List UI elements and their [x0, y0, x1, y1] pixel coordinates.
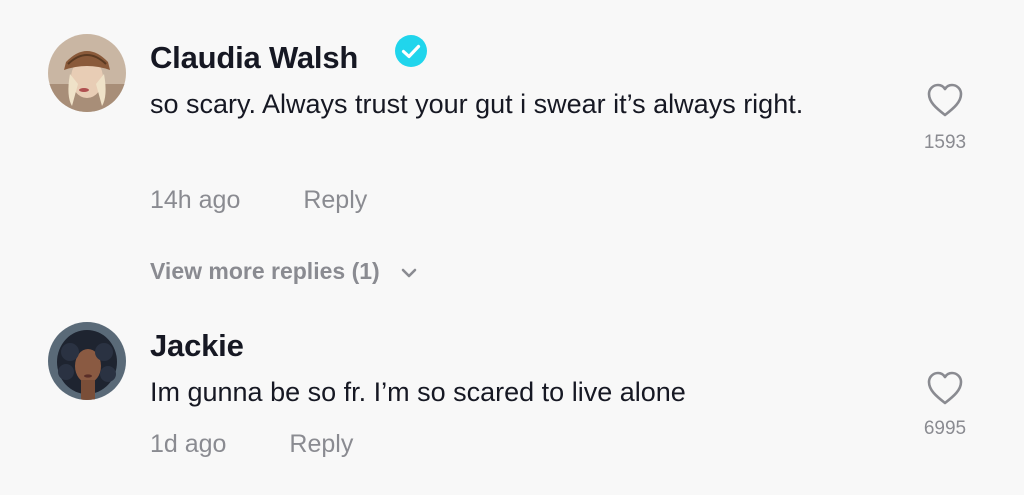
- reply-button[interactable]: Reply: [303, 186, 367, 215]
- chevron-down-icon: [401, 268, 417, 278]
- comment-timestamp: 14h ago: [150, 186, 241, 214]
- avatar-image: [48, 322, 126, 400]
- comment-text: so scary. Always trust your gut i swear …: [150, 89, 804, 119]
- view-more-replies-label: View more replies (1): [150, 258, 380, 284]
- comment-text: Im gunna be so fr. I’m so scared to live…: [150, 377, 686, 407]
- comment-username[interactable]: Jackie: [150, 328, 244, 364]
- reply-button[interactable]: Reply: [289, 430, 353, 459]
- comment-item: Claudia Walsh so scary. Always trust you…: [0, 0, 1024, 300]
- comment-timestamp: 1d ago: [150, 430, 227, 458]
- comment-item: Jackie Im gunna be so fr. I’m so scared …: [0, 300, 1024, 495]
- like-count: 6995: [923, 418, 967, 439]
- view-more-replies-button[interactable]: View more replies (1): [150, 258, 418, 285]
- avatar-image: [48, 34, 126, 112]
- comment-meta: 1d ago Reply: [150, 430, 353, 459]
- comment-username[interactable]: Claudia Walsh: [150, 40, 358, 76]
- heart-icon[interactable]: [926, 82, 964, 118]
- like-count: 1593: [923, 132, 967, 153]
- avatar[interactable]: [48, 34, 126, 112]
- heart-icon[interactable]: [926, 370, 964, 406]
- like-control: 1593: [905, 82, 985, 154]
- like-control: 6995: [905, 370, 985, 440]
- avatar[interactable]: [48, 322, 126, 400]
- verified-badge-icon: [395, 35, 427, 67]
- comment-meta: 14h ago Reply: [150, 186, 367, 215]
